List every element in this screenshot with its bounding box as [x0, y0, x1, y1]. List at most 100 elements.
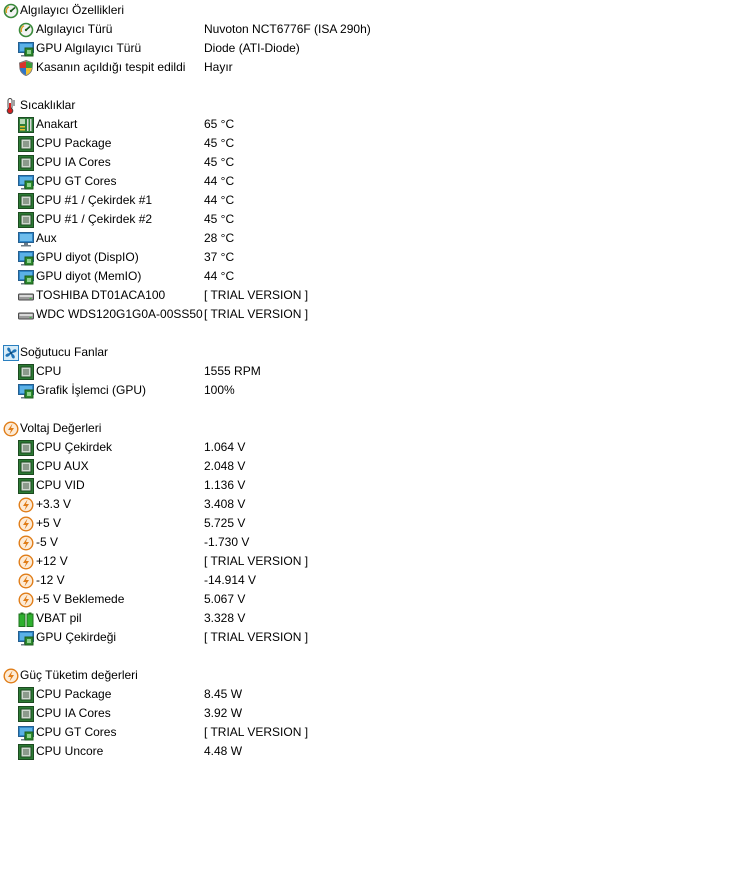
- cpu-chip-icon: [18, 706, 34, 722]
- sensor-label: -12 V: [36, 573, 65, 587]
- section-header-guc-tuketim-degerleri[interactable]: Güç Tüketim değerleri: [0, 666, 730, 685]
- fan-icon: [3, 345, 19, 361]
- sensor-value: [ TRIAL VERSION ]: [204, 554, 309, 568]
- sensor-row-gpu-diyot-dispio[interactable]: GPU diyot (DispIO) 37 °C: [0, 248, 730, 267]
- sensor-row-5-v-beklemede[interactable]: +5 V Beklemede 5.067 V: [0, 590, 730, 609]
- cpu-chip-icon: [18, 155, 34, 171]
- sensor-label: +5 V: [36, 516, 62, 530]
- section-header-sogutucu-fanlar[interactable]: Soğutucu Fanlar: [0, 343, 730, 362]
- sensor-row-5-v[interactable]: +5 V 5.725 V: [0, 514, 730, 533]
- section-header-algilayici-ozellikleri[interactable]: Algılayıcı Özellikleri: [0, 1, 730, 20]
- sensor-label: WDC WDS120G1G0A-00SS50: [36, 307, 203, 321]
- gpu-monitor-icon: [18, 41, 34, 57]
- cpu-chip-icon: [18, 440, 34, 456]
- sensor-value: 44 °C: [204, 193, 235, 207]
- sensor-label: GPU Algılayıcı Türü: [36, 41, 142, 55]
- sensor-gauge-icon: [18, 22, 34, 38]
- sensor-row-cpu[interactable]: CPU 1555 RPM: [0, 362, 730, 381]
- sensor-row-cpu-aux[interactable]: CPU AUX 2.048 V: [0, 457, 730, 476]
- gpu-monitor-icon: [18, 174, 34, 190]
- sensor-row-cpu-package[interactable]: CPU Package 8.45 W: [0, 685, 730, 704]
- section-title: Algılayıcı Özellikleri: [20, 3, 125, 17]
- sensor-row-kasanin-acildigi-tespit-edildi[interactable]: Kasanın açıldığı tespit edildi Hayır: [0, 58, 730, 77]
- sensor-label: GPU diyot (MemIO): [36, 269, 142, 283]
- sensor-row-cpu-gt-cores[interactable]: CPU GT Cores [ TRIAL VERSION ]: [0, 723, 730, 742]
- sensor-value: 2.048 V: [204, 459, 246, 473]
- sensor-value: 44 °C: [204, 269, 235, 283]
- sensor-label: CPU Package: [36, 136, 112, 150]
- sensor-row-gpu-cekirdegi[interactable]: GPU Çekirdeği [ TRIAL VERSION ]: [0, 628, 730, 647]
- sensor-row-gpu-diyot-memio[interactable]: GPU diyot (MemIO) 44 °C: [0, 267, 730, 286]
- sensor-row-5-v[interactable]: -5 V -1.730 V: [0, 533, 730, 552]
- sensor-row-cpu-gt-cores[interactable]: CPU GT Cores 44 °C: [0, 172, 730, 191]
- sensor-gauge-icon: [3, 3, 19, 19]
- sensor-row-grafik-islemci-gpu[interactable]: Grafik İşlemci (GPU) 100%: [0, 381, 730, 400]
- lightning-icon: [18, 535, 34, 551]
- sensor-value: 65 °C: [204, 117, 235, 131]
- sensor-label: CPU GT Cores: [36, 174, 117, 188]
- sensor-value: 4.48 W: [204, 744, 243, 758]
- section-title: Güç Tüketim değerleri: [20, 668, 138, 682]
- sensor-label: CPU Package: [36, 687, 112, 701]
- sensor-value: 1.136 V: [204, 478, 246, 492]
- sensor-value: 37 °C: [204, 250, 235, 264]
- sensor-value: [ TRIAL VERSION ]: [204, 307, 309, 321]
- sensor-row-12-v[interactable]: -12 V -14.914 V: [0, 571, 730, 590]
- sensor-row-12-v[interactable]: +12 V [ TRIAL VERSION ]: [0, 552, 730, 571]
- sensor-row-cpu-ia-cores[interactable]: CPU IA Cores 3.92 W: [0, 704, 730, 723]
- sensor-label: -5 V: [36, 535, 59, 549]
- sensor-label: Grafik İşlemci (GPU): [36, 383, 147, 397]
- sensor-label: CPU VID: [36, 478, 85, 492]
- sensor-row-cpu-1-cekirdek-1[interactable]: CPU #1 / Çekirdek #1 44 °C: [0, 191, 730, 210]
- sensor-value: 5.067 V: [204, 592, 246, 606]
- lightning-icon: [18, 554, 34, 570]
- monitor-icon: [18, 231, 34, 247]
- sensor-row-gpu-algilayici-turu[interactable]: GPU Algılayıcı Türü Diode (ATI-Diode): [0, 39, 730, 58]
- sensor-label: TOSHIBA DT01ACA100: [36, 288, 166, 302]
- gpu-monitor-icon: [18, 630, 34, 646]
- sensor-row-wdc-wds120g1g0a-00ss50[interactable]: WDC WDS120G1G0A-00SS50[ TRIAL VERSION ]: [0, 305, 730, 324]
- section-header-sicakliklar[interactable]: Sıcaklıklar: [0, 96, 730, 115]
- sensor-label: GPU Çekirdeği: [36, 630, 117, 644]
- sensor-label: +5 V Beklemede: [36, 592, 125, 606]
- sensor-label: +3.3 V: [36, 497, 72, 511]
- sensor-row-cpu-uncore[interactable]: CPU Uncore 4.48 W: [0, 742, 730, 761]
- sensor-row-cpu-ia-cores[interactable]: CPU IA Cores 45 °C: [0, 153, 730, 172]
- sensor-label: CPU AUX: [36, 459, 89, 473]
- sensor-row-cpu-vid[interactable]: CPU VID 1.136 V: [0, 476, 730, 495]
- sensor-row-cpu-package[interactable]: CPU Package 45 °C: [0, 134, 730, 153]
- lightning-icon: [18, 573, 34, 589]
- sensor-label: CPU IA Cores: [36, 155, 111, 169]
- sensor-row-toshiba-dt01aca100[interactable]: TOSHIBA DT01ACA100 [ TRIAL VERSION ]: [0, 286, 730, 305]
- sensor-label: Algılayıcı Türü: [36, 22, 113, 36]
- sensor-value: 45 °C: [204, 212, 235, 226]
- sensor-value: 3.92 W: [204, 706, 243, 720]
- sensor-row-vbat-pil[interactable]: VBAT pil 3.328 V: [0, 609, 730, 628]
- gpu-monitor-icon: [18, 269, 34, 285]
- cpu-chip-icon: [18, 459, 34, 475]
- sensor-value: Hayır: [204, 60, 233, 74]
- battery-icon: [18, 611, 34, 627]
- sensor-label: CPU #1 / Çekirdek #1: [36, 193, 153, 207]
- cpu-chip-icon: [18, 478, 34, 494]
- sensor-label: Aux: [36, 231, 57, 245]
- sensor-value: -1.730 V: [204, 535, 250, 549]
- sensor-row-3-3-v[interactable]: +3.3 V 3.408 V: [0, 495, 730, 514]
- lightning-icon: [18, 592, 34, 608]
- sensor-row-cpu-cekirdek[interactable]: CPU Çekirdek 1.064 V: [0, 438, 730, 457]
- sensor-label: CPU IA Cores: [36, 706, 111, 720]
- sensor-row-algilayici-turu[interactable]: Algılayıcı Türü Nuvoton NCT6776F (ISA 290…: [0, 20, 730, 39]
- sensor-row-cpu-1-cekirdek-2[interactable]: CPU #1 / Çekirdek #2 45 °C: [0, 210, 730, 229]
- sensor-row-anakart[interactable]: Anakart 65 °C: [0, 115, 730, 134]
- gpu-monitor-icon: [18, 383, 34, 399]
- sensor-row-aux[interactable]: Aux 28 °C: [0, 229, 730, 248]
- lightning-icon: [3, 668, 19, 684]
- sensor-value: 28 °C: [204, 231, 235, 245]
- section-header-voltaj-degerleri[interactable]: Voltaj Değerleri: [0, 419, 730, 438]
- sensor-value: -14.914 V: [204, 573, 257, 587]
- lightning-icon: [3, 421, 19, 437]
- sensor-value: [ TRIAL VERSION ]: [204, 725, 309, 739]
- cpu-chip-icon: [18, 212, 34, 228]
